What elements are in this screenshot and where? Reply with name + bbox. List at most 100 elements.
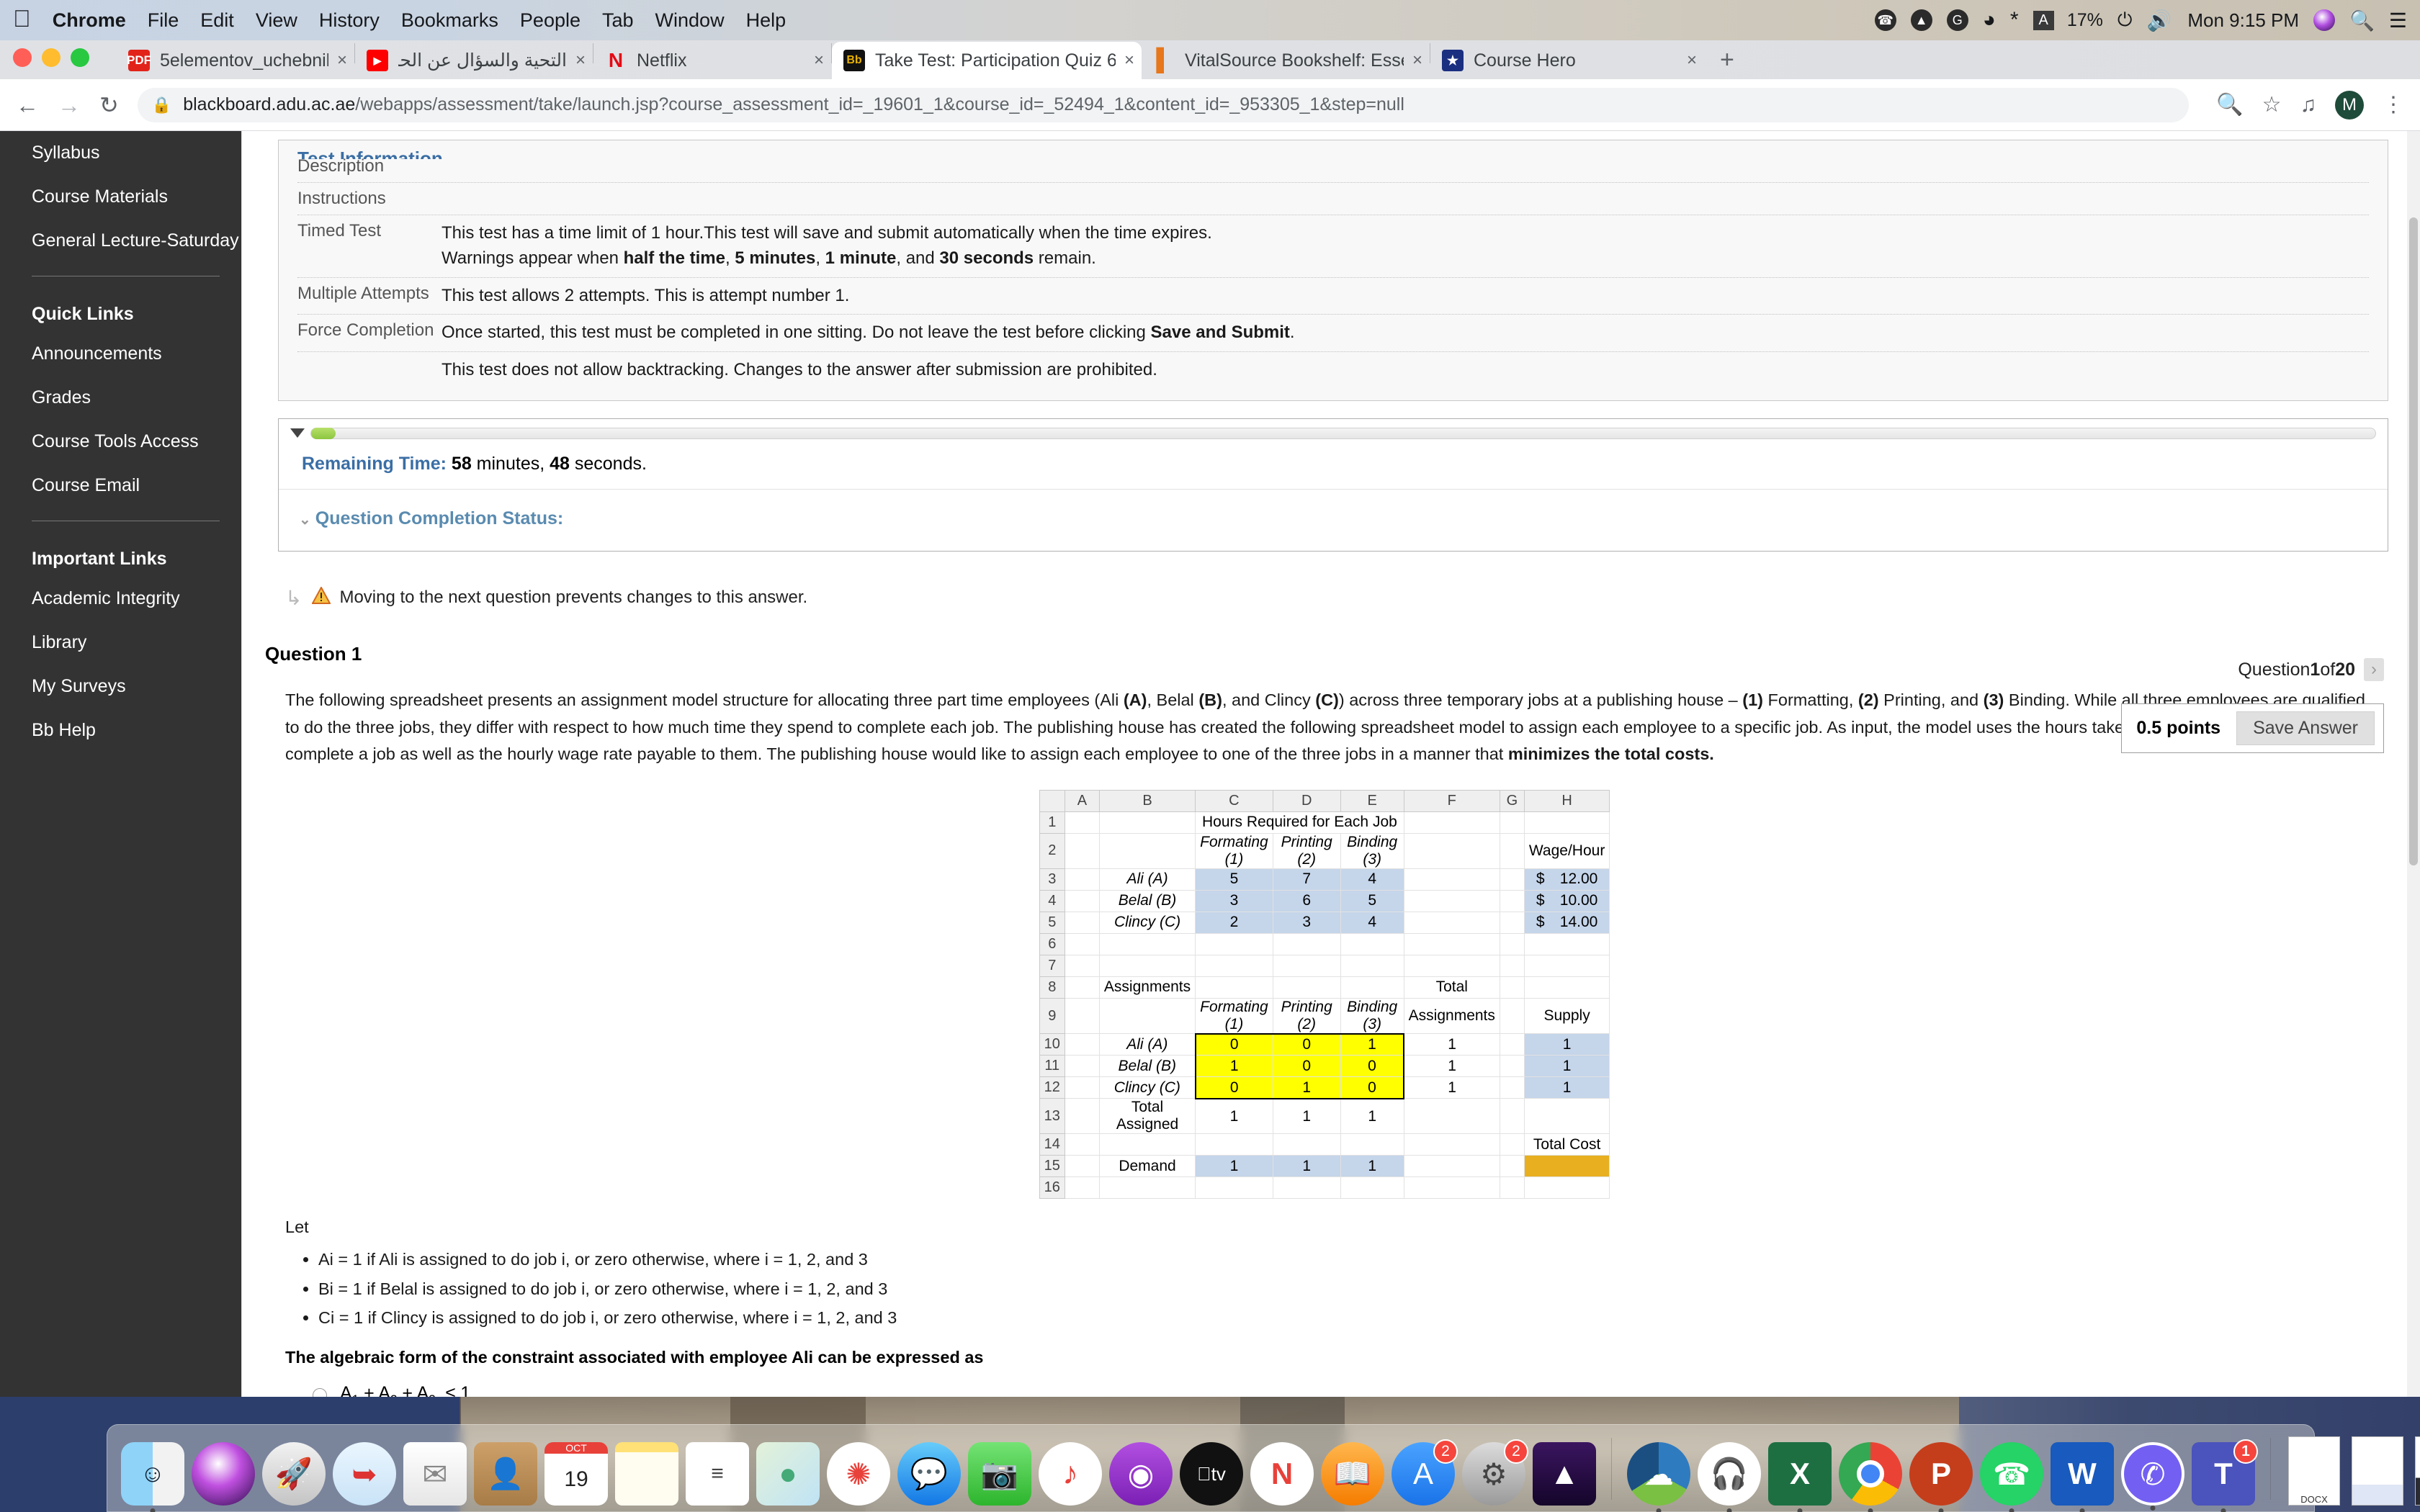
star-icon[interactable]: ☆ <box>2262 92 2282 117</box>
cell-d14[interactable] <box>1272 1133 1341 1156</box>
cell-e7[interactable] <box>1340 954 1404 977</box>
cell-d5[interactable]: 3 <box>1272 911 1341 934</box>
row-number[interactable]: 2 <box>1039 832 1065 869</box>
cell-b7[interactable] <box>1098 954 1196 977</box>
cell-c7[interactable] <box>1195 954 1273 977</box>
reminders-icon[interactable]: ≡ <box>686 1442 749 1506</box>
cell-b10-ali[interactable]: Ali (A) <box>1098 1033 1196 1056</box>
next-question-button[interactable]: › <box>2364 658 2384 681</box>
menu-file[interactable]: File <box>148 9 179 32</box>
sidebar-item-general-lecture-saturday[interactable]: General Lecture-Saturday <box>32 219 241 263</box>
menu-help[interactable]: Help <box>746 9 786 32</box>
cell-d11[interactable]: 0 <box>1272 1055 1341 1078</box>
cell-f12-total[interactable]: 1 <box>1403 1076 1500 1099</box>
audacity-icon[interactable]: 🎧 <box>1698 1442 1761 1512</box>
maximize-window-button[interactable] <box>71 48 89 67</box>
new-tab-button[interactable]: + <box>1720 48 1734 72</box>
zoom-out-icon[interactable]: 🔍 <box>2216 92 2243 117</box>
finder-icon[interactable]: ☺ <box>121 1442 184 1512</box>
cell-e16[interactable] <box>1340 1176 1404 1200</box>
close-tab-icon[interactable]: × <box>337 50 347 71</box>
cell-d8[interactable] <box>1272 976 1341 999</box>
menu-view[interactable]: View <box>256 9 297 32</box>
cell-g12[interactable] <box>1499 1076 1525 1099</box>
cell-e11[interactable]: 0 <box>1340 1055 1405 1078</box>
cell-d9-printing[interactable]: Printing (2) <box>1272 997 1341 1035</box>
cell-e6[interactable] <box>1340 932 1404 955</box>
cell-c13[interactable]: 1 <box>1195 1098 1273 1135</box>
cell-g16[interactable] <box>1499 1176 1525 1200</box>
close-window-button[interactable] <box>13 48 32 67</box>
cell-f2[interactable] <box>1403 832 1500 869</box>
cell-a11[interactable] <box>1064 1055 1100 1078</box>
cell-b15-demand[interactable]: Demand <box>1098 1155 1196 1178</box>
cell-c3[interactable]: 5 <box>1195 868 1273 891</box>
cell-b1[interactable] <box>1098 811 1196 834</box>
cell-f16[interactable] <box>1403 1176 1500 1200</box>
col-header-c[interactable]: C <box>1195 789 1273 812</box>
row-number[interactable]: 14 <box>1039 1133 1065 1156</box>
cell-a6[interactable] <box>1064 932 1100 955</box>
music-icon[interactable]: ♪ <box>1039 1442 1102 1506</box>
siri-icon[interactable] <box>2313 9 2336 31</box>
col-header-a[interactable]: A <box>1064 789 1100 812</box>
row-number[interactable]: 9 <box>1039 997 1065 1035</box>
close-tab-icon[interactable]: × <box>1124 50 1134 71</box>
cell-b11-belal[interactable]: Belal (B) <box>1098 1055 1196 1078</box>
cell-f1[interactable] <box>1403 811 1500 834</box>
cell-c6[interactable] <box>1195 932 1273 955</box>
cell-c12[interactable]: 0 <box>1194 1076 1273 1099</box>
close-tab-icon[interactable]: × <box>1412 50 1422 71</box>
cell-e3[interactable]: 4 <box>1340 868 1404 891</box>
cell-g8[interactable] <box>1499 976 1525 999</box>
input-source-icon[interactable]: A <box>2033 10 2054 30</box>
cell-h8[interactable] <box>1523 976 1610 999</box>
cell-a9[interactable] <box>1064 997 1100 1035</box>
calendar-icon[interactable]: OCT 19 <box>544 1442 608 1506</box>
tab-pdf[interactable]: PDF 5elementov_uchebnik_A1.pdf - × <box>117 42 354 79</box>
cell-b14[interactable] <box>1098 1133 1196 1156</box>
cell-e9-binding[interactable]: Binding (3) <box>1340 997 1404 1035</box>
chevron-down-icon[interactable] <box>290 428 305 438</box>
cell-g6[interactable] <box>1499 932 1525 955</box>
page-scrollbar[interactable] <box>2407 131 2420 1451</box>
row-number[interactable]: 8 <box>1039 976 1065 999</box>
sidebar-item-course-materials[interactable]: Course Materials <box>32 175 241 219</box>
cell-c11[interactable]: 1 <box>1194 1055 1273 1078</box>
tab-vitalsource[interactable]: ▌ VitalSource Bookshelf: Essentia × <box>1142 42 1430 79</box>
cell-a8[interactable] <box>1064 976 1100 999</box>
cell-d4[interactable]: 6 <box>1272 889 1341 912</box>
question-completion-status[interactable]: ⌄ Question Completion Status: <box>279 490 2388 536</box>
cell-d7[interactable] <box>1272 954 1341 977</box>
cell-a3[interactable] <box>1064 868 1100 891</box>
window-controls[interactable] <box>13 36 99 79</box>
tab-course-hero[interactable]: ★ Course Hero × <box>1430 42 1704 79</box>
whatsapp-icon[interactable]: ☎ <box>1980 1442 2043 1512</box>
menu-bookmarks[interactable]: Bookmarks <box>401 9 498 32</box>
reload-icon[interactable]: ↻ <box>99 94 119 117</box>
close-tab-icon[interactable]: × <box>575 50 586 71</box>
cell-a2[interactable] <box>1064 832 1100 869</box>
col-header-e[interactable]: E <box>1340 789 1404 812</box>
row-number[interactable]: 6 <box>1039 932 1065 955</box>
news-icon[interactable]: N <box>1250 1442 1314 1506</box>
cell-f13[interactable] <box>1403 1098 1500 1135</box>
cell-g7[interactable] <box>1499 954 1525 977</box>
cell-a10[interactable] <box>1064 1033 1100 1056</box>
powerpoint-icon[interactable]: P <box>1909 1442 1973 1512</box>
cell-h14-total-cost[interactable]: Total Cost <box>1523 1133 1610 1156</box>
menubar-clock[interactable]: Mon 9:15 PM <box>2187 9 2299 32</box>
grammarly-icon[interactable]: G <box>1946 9 1968 31</box>
cell-b8-assignments[interactable]: Assignments <box>1098 976 1196 999</box>
cell-c4[interactable]: 3 <box>1195 889 1273 912</box>
cell-b2[interactable] <box>1098 832 1196 869</box>
tab-youtube[interactable]: ▶ التحية والسؤال عن الحال باللغة الروس × <box>355 42 593 79</box>
sidebar-item-course-tools-access[interactable]: Course Tools Access <box>32 420 241 464</box>
cell-g11[interactable] <box>1499 1055 1525 1078</box>
cell-b5-clincy[interactable]: Clincy (C) <box>1098 911 1196 934</box>
menu-history[interactable]: History <box>319 9 380 32</box>
facetime-icon[interactable]: 📷 <box>968 1442 1031 1506</box>
cell-d13[interactable]: 1 <box>1272 1098 1341 1135</box>
cell-f3[interactable] <box>1403 868 1500 891</box>
cell-b9[interactable] <box>1098 997 1196 1035</box>
